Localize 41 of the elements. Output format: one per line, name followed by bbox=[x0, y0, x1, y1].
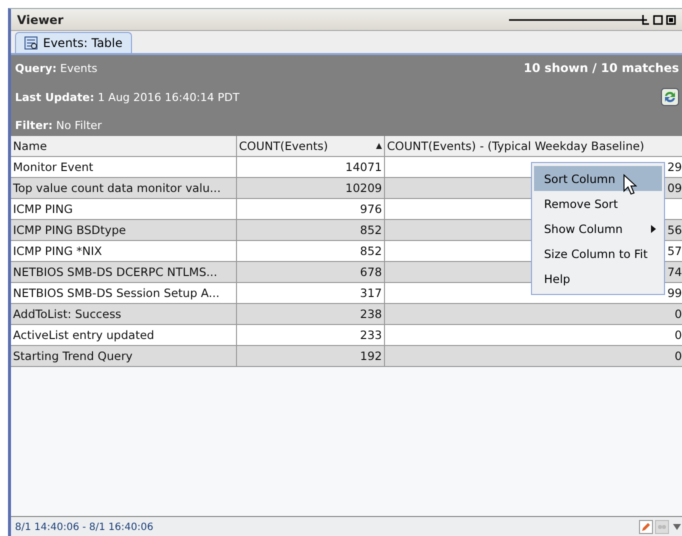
table-cell: 0 bbox=[385, 304, 682, 324]
column-header[interactable]: COUNT(Events) bbox=[237, 136, 385, 156]
mouse-pointer-icon bbox=[623, 174, 637, 196]
table-cell: 10209 bbox=[237, 178, 385, 198]
table-cell: 852 bbox=[237, 220, 385, 240]
table-cell: 0 bbox=[385, 325, 682, 345]
dropdown-icon[interactable] bbox=[673, 524, 681, 530]
tab[interactable]: Events: Table bbox=[15, 32, 132, 53]
table-cell: 852 bbox=[237, 241, 385, 261]
table-cell: 14071 bbox=[237, 157, 385, 177]
table-cell: 317 bbox=[237, 283, 385, 303]
filter-text: Filter: No Filter bbox=[15, 119, 103, 132]
table-cell: 233 bbox=[237, 325, 385, 345]
sort-ascending-icon bbox=[376, 143, 382, 149]
submenu-arrow-icon bbox=[651, 224, 656, 232]
match-count: 10 shown / 10 matches bbox=[524, 61, 679, 75]
table-cell: ICMP PING BSDtype bbox=[11, 220, 237, 240]
query-text: Query: Events bbox=[15, 62, 98, 74]
table-cell: NETBIOS SMB-DS DCERPC NTLMS... bbox=[11, 262, 237, 282]
table-cell: 976 bbox=[237, 199, 385, 219]
table-cell: AddToList: Success bbox=[11, 304, 237, 324]
window-title: Viewer bbox=[17, 12, 64, 26]
time-range: 8/1 14:40:06 - 8/1 16:40:06 bbox=[15, 522, 154, 532]
table-cell: Monitor Event bbox=[11, 157, 237, 177]
table-cell: 0 bbox=[385, 346, 682, 366]
pencil-icon[interactable] bbox=[639, 520, 653, 534]
column-header[interactable]: COUNT(Events) - (Typical Weekday Baseline) bbox=[385, 136, 682, 156]
refresh-icon[interactable] bbox=[661, 88, 679, 106]
table-icon bbox=[24, 36, 38, 50]
table-cell: Starting Trend Query bbox=[11, 346, 237, 366]
table-cell: 678 bbox=[237, 262, 385, 282]
table-cell: ICMP PING *NIX bbox=[11, 241, 237, 261]
window-controls-icon[interactable] bbox=[509, 14, 679, 26]
column-header[interactable]: Name bbox=[11, 136, 237, 156]
table-cell: Top value count data monitor valu... bbox=[11, 178, 237, 198]
table-cell: ActiveList entry updated bbox=[11, 325, 237, 345]
table-cell: 192 bbox=[237, 346, 385, 366]
table-cell: 238 bbox=[237, 304, 385, 324]
last-update-text: Last Update: 1 Aug 2016 16:40:14 PDT bbox=[15, 90, 240, 104]
table-cell: ICMP PING bbox=[11, 199, 237, 219]
table-cell: NETBIOS SMB-DS Session Setup A... bbox=[11, 283, 237, 303]
